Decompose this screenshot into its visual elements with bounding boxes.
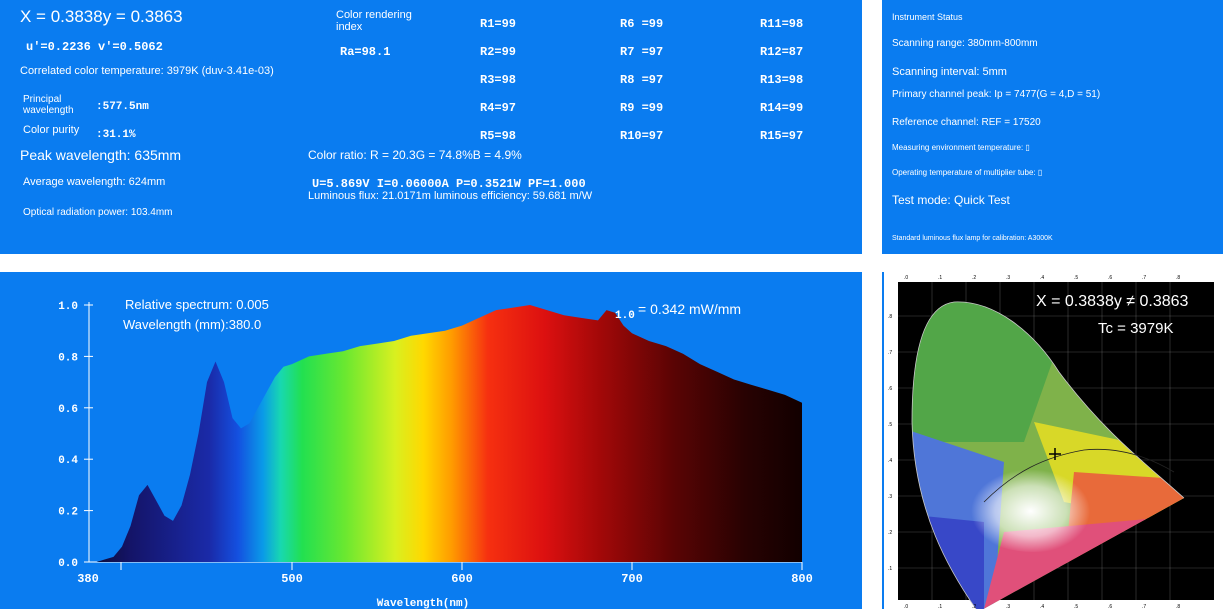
- cri-r12: R12=87: [760, 45, 804, 59]
- x-tick-label: 380: [77, 572, 99, 586]
- svg-text:.7: .7: [888, 350, 892, 356]
- svg-text:.8: .8: [888, 314, 892, 320]
- cri-r2: R2=99: [480, 45, 517, 59]
- cri-r11: R11=98: [760, 17, 804, 31]
- scanning-interval: Scanning interval: 5mm: [892, 66, 1007, 78]
- color-ratio: Color ratio: R = 20.3G = 74.8%B = 4.9%: [308, 148, 522, 162]
- svg-text:.1: .1: [938, 604, 942, 609]
- ra-value: Ra=98.1: [340, 45, 391, 59]
- peak-wavelength: Peak wavelength: 635mm: [20, 147, 182, 163]
- instrument-status-panel: Instrument Status Scanning range: 380mm-…: [882, 0, 1223, 254]
- svg-text:.1: .1: [888, 566, 892, 572]
- spectrum-panel: 0.0 0.2 0.4 0.6 0.8 1.0 380 500 600 700 800 Wavele…: [0, 272, 862, 609]
- y-tick-label: 1.0: [58, 301, 78, 313]
- environment-temperature: Measuring environment temperature: ▯: [892, 143, 1030, 152]
- cri-r3: R3=98: [480, 73, 517, 87]
- svg-text:.5: .5: [888, 422, 892, 428]
- svg-text:.2: .2: [972, 275, 976, 281]
- svg-text:.4: .4: [888, 458, 892, 464]
- svg-text:.5: .5: [1074, 604, 1078, 609]
- cri-r13: R13=98: [760, 73, 804, 87]
- peak-annotation: 1.0: [615, 310, 635, 322]
- y-tick-label: 0.2: [58, 507, 78, 519]
- electrical-parameters: U=5.869V I=0.06000A P=0.3521W PF=1.000: [312, 177, 586, 191]
- svg-text:.5: .5: [1074, 275, 1078, 281]
- cie-tc-label: Tc = 3979K: [1098, 320, 1174, 337]
- average-wavelength: Average wavelength: 624mm: [23, 176, 166, 188]
- svg-text:.7: .7: [1142, 275, 1146, 281]
- color-purity-value: :31.1%: [96, 129, 136, 141]
- svg-text:.3: .3: [1006, 275, 1010, 281]
- relative-spectrum-label: Relative spectrum: 0.005: [125, 297, 269, 312]
- cri-r15: R15=97: [760, 129, 804, 143]
- cri-r9: R9 =99: [620, 101, 664, 115]
- reference-channel: Reference channel: REF = 17520: [892, 117, 1041, 128]
- cri-r8: R8 =97: [620, 73, 664, 87]
- svg-text:.2: .2: [972, 604, 976, 609]
- scanning-range: Scanning range: 380mm-800mm: [892, 38, 1038, 49]
- svg-text:.3: .3: [888, 494, 892, 500]
- svg-text:.6: .6: [888, 386, 892, 392]
- cri-r10: R10=97: [620, 129, 664, 143]
- spectrum-series: [88, 305, 802, 562]
- svg-text:.0: .0: [904, 275, 908, 281]
- svg-text:.0: .0: [904, 604, 908, 609]
- cri-r4: R4=97: [480, 101, 517, 115]
- test-mode: Test mode: Quick Test: [892, 193, 1010, 207]
- x-axis-title: Wavelength(nm): [377, 598, 469, 609]
- cie-xy-label: X = 0.3838y ≠ 0.3863: [1036, 293, 1189, 310]
- svg-text:.6: .6: [1108, 604, 1112, 609]
- wavelength-readout: Wavelength (mm):380.0: [123, 317, 262, 332]
- svg-text:.6: .6: [1108, 275, 1112, 281]
- color-purity-label: Color purity: [23, 124, 80, 136]
- multiplier-temperature: Operating temperature of multiplier tube…: [892, 168, 1043, 177]
- principal-wavelength-value: :577.5nm: [96, 101, 149, 113]
- cri-r1: R1=99: [480, 17, 517, 31]
- svg-text:.2: .2: [888, 530, 892, 536]
- y-tick-label: 0.0: [58, 558, 78, 570]
- cri-r7: R7 =97: [620, 45, 664, 59]
- svg-text:.7: .7: [1142, 604, 1146, 609]
- y-tick-label: 0.4: [58, 455, 78, 467]
- cie-diagram-panel: .0 .1 .2 .3 .4 .5 .6 .7 .8 .0 .1 .2 .3 .4 .5 .6 .7.…: [882, 272, 1223, 609]
- y-tick-label: 0.8: [58, 352, 78, 364]
- cct-text: Correlated color temperature: 3979K (duv…: [20, 65, 274, 77]
- svg-text:.3: .3: [1006, 604, 1010, 609]
- status-title: Instrument Status: [892, 12, 963, 22]
- primary-channel-peak: Primary channel peak: Ip = 7477(G = 4,D …: [892, 89, 1101, 100]
- x-tick-label: 700: [621, 572, 643, 586]
- y-tick-label: 0.6: [58, 404, 78, 416]
- svg-text:.4: .4: [1040, 604, 1044, 609]
- cri-r6: R6 =99: [620, 17, 664, 31]
- cri-r5: R5=98: [480, 129, 517, 143]
- peak-value: 0.342 mW/mm: [650, 301, 742, 317]
- uv-coordinates: u'=0.2236 v'=0.5062: [26, 40, 163, 54]
- principal-wavelength-label: Principal wavelength: [23, 94, 74, 116]
- svg-text:.8: .8: [1176, 604, 1180, 609]
- peak-value-label: = 0.342 mW/mm: [638, 301, 742, 317]
- optical-radiation-power: Optical radiation power: 103.4mm: [23, 207, 173, 218]
- xy-coordinates: X = 0.3838y = 0.3863: [20, 7, 183, 26]
- color-rendering-label: Color rendering index: [336, 9, 412, 33]
- svg-text:.8: .8: [1176, 275, 1180, 281]
- x-tick-label: 500: [281, 572, 303, 586]
- x-tick-label: 600: [451, 572, 473, 586]
- svg-text:.4: .4: [1040, 275, 1044, 281]
- x-tick-label: 800: [791, 572, 813, 586]
- measurement-panel: X = 0.3838y = 0.3863 u'=0.2236 v'=0.5062…: [0, 0, 862, 254]
- luminous-flux: Luminous flux: 21.0171m luminous efficie…: [308, 190, 593, 202]
- cri-r14: R14=99: [760, 101, 804, 115]
- svg-text:.1: .1: [938, 275, 942, 281]
- spectrum-area: [88, 305, 802, 562]
- calibration-lamp: Standard luminous flux lamp for calibrat…: [892, 235, 1053, 242]
